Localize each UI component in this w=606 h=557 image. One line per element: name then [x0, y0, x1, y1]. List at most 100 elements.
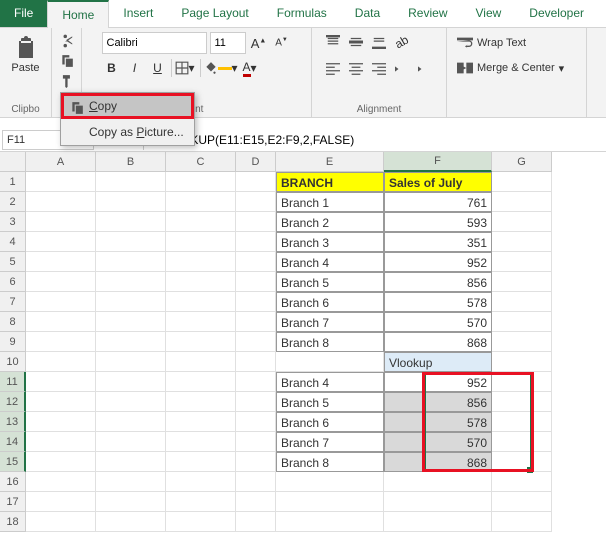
cell-A1[interactable]: [26, 172, 96, 192]
cell-B13[interactable]: [96, 412, 166, 432]
bold-button[interactable]: B: [102, 58, 122, 78]
cell-G18[interactable]: [492, 512, 552, 532]
cell-D12[interactable]: [236, 392, 276, 412]
row-header[interactable]: 10: [0, 352, 26, 372]
cell-D18[interactable]: [236, 512, 276, 532]
cell-A9[interactable]: [26, 332, 96, 352]
cell-B8[interactable]: [96, 312, 166, 332]
cell-F6[interactable]: 856: [384, 272, 492, 292]
cell-C7[interactable]: [166, 292, 236, 312]
merge-center-button[interactable]: Merge & Center ▾: [453, 57, 580, 79]
cell-E2[interactable]: Branch 1: [276, 192, 384, 212]
cell-G6[interactable]: [492, 272, 552, 292]
cell-D17[interactable]: [236, 492, 276, 512]
align-top-button[interactable]: [323, 32, 343, 52]
cell-G16[interactable]: [492, 472, 552, 492]
row-header[interactable]: 14: [0, 432, 26, 452]
cell-B17[interactable]: [96, 492, 166, 512]
col-header-c[interactable]: C: [166, 152, 236, 172]
row-header[interactable]: 17: [0, 492, 26, 512]
row-header[interactable]: 11: [0, 372, 26, 392]
cell-G13[interactable]: [492, 412, 552, 432]
cell-A4[interactable]: [26, 232, 96, 252]
cell-C4[interactable]: [166, 232, 236, 252]
paste-button[interactable]: Paste: [6, 32, 46, 102]
cell-E9[interactable]: Branch 8: [276, 332, 384, 352]
cut-button[interactable]: [57, 32, 77, 50]
cell-E5[interactable]: Branch 4: [276, 252, 384, 272]
cell-E10[interactable]: [276, 352, 384, 372]
cell-B9[interactable]: [96, 332, 166, 352]
row-header[interactable]: 15: [0, 452, 26, 472]
tab-home[interactable]: Home: [47, 0, 109, 28]
cell-G14[interactable]: [492, 432, 552, 452]
cell-E15[interactable]: Branch 8: [276, 452, 384, 472]
cell-C17[interactable]: [166, 492, 236, 512]
cell-C6[interactable]: [166, 272, 236, 292]
cell-C18[interactable]: [166, 512, 236, 532]
cell-B3[interactable]: [96, 212, 166, 232]
cell-F4[interactable]: 351: [384, 232, 492, 252]
cell-E4[interactable]: Branch 3: [276, 232, 384, 252]
tab-page-layout[interactable]: Page Layout: [167, 0, 262, 27]
cell-D2[interactable]: [236, 192, 276, 212]
fill-color-button[interactable]: ▾: [204, 61, 240, 75]
cell-D15[interactable]: [236, 452, 276, 472]
cell-A13[interactable]: [26, 412, 96, 432]
cell-C1[interactable]: [166, 172, 236, 192]
cell-F14[interactable]: 570: [384, 432, 492, 452]
cell-C11[interactable]: [166, 372, 236, 392]
cell-A16[interactable]: [26, 472, 96, 492]
col-header-b[interactable]: B: [96, 152, 166, 172]
cell-C10[interactable]: [166, 352, 236, 372]
cell-F11[interactable]: 952: [384, 372, 492, 392]
cell-B2[interactable]: [96, 192, 166, 212]
tab-view[interactable]: View: [462, 0, 516, 27]
cell-F13[interactable]: 578: [384, 412, 492, 432]
align-middle-button[interactable]: [346, 32, 366, 52]
menu-copy-as-picture[interactable]: Copy as Picture...: [61, 119, 194, 145]
row-header[interactable]: 5: [0, 252, 26, 272]
align-center-button[interactable]: [346, 59, 366, 79]
tab-developer[interactable]: Developer: [515, 0, 598, 27]
col-header-g[interactable]: G: [492, 152, 552, 172]
cell-F10[interactable]: Vlookup: [384, 352, 492, 372]
cell-A3[interactable]: [26, 212, 96, 232]
cell-A14[interactable]: [26, 432, 96, 452]
row-header[interactable]: 2: [0, 192, 26, 212]
cell-B7[interactable]: [96, 292, 166, 312]
cell-E11[interactable]: Branch 4: [276, 372, 384, 392]
cell-D16[interactable]: [236, 472, 276, 492]
cell-D9[interactable]: [236, 332, 276, 352]
cell-F17[interactable]: [384, 492, 492, 512]
cell-E13[interactable]: Branch 6: [276, 412, 384, 432]
cell-B14[interactable]: [96, 432, 166, 452]
cell-D11[interactable]: [236, 372, 276, 392]
row-header[interactable]: 6: [0, 272, 26, 292]
cell-F9[interactable]: 868: [384, 332, 492, 352]
increase-indent-button[interactable]: [415, 59, 435, 79]
row-header[interactable]: 8: [0, 312, 26, 332]
cell-G7[interactable]: [492, 292, 552, 312]
cell-B16[interactable]: [96, 472, 166, 492]
cell-B6[interactable]: [96, 272, 166, 292]
cell-E8[interactable]: Branch 7: [276, 312, 384, 332]
cell-E12[interactable]: Branch 5: [276, 392, 384, 412]
col-header-f[interactable]: F: [384, 152, 492, 172]
cell-B10[interactable]: [96, 352, 166, 372]
cell-E6[interactable]: Branch 5: [276, 272, 384, 292]
cell-D7[interactable]: [236, 292, 276, 312]
orientation-button[interactable]: ab: [392, 32, 412, 52]
cell-E14[interactable]: Branch 7: [276, 432, 384, 452]
cell-A11[interactable]: [26, 372, 96, 392]
cell-A15[interactable]: [26, 452, 96, 472]
cell-F1[interactable]: Sales of July: [384, 172, 492, 192]
cell-F7[interactable]: 578: [384, 292, 492, 312]
format-painter-button[interactable]: [57, 72, 77, 90]
cell-G5[interactable]: [492, 252, 552, 272]
select-all-corner[interactable]: [0, 152, 26, 172]
cell-D4[interactable]: [236, 232, 276, 252]
cell-G8[interactable]: [492, 312, 552, 332]
tab-data[interactable]: Data: [341, 0, 394, 27]
cell-B4[interactable]: [96, 232, 166, 252]
